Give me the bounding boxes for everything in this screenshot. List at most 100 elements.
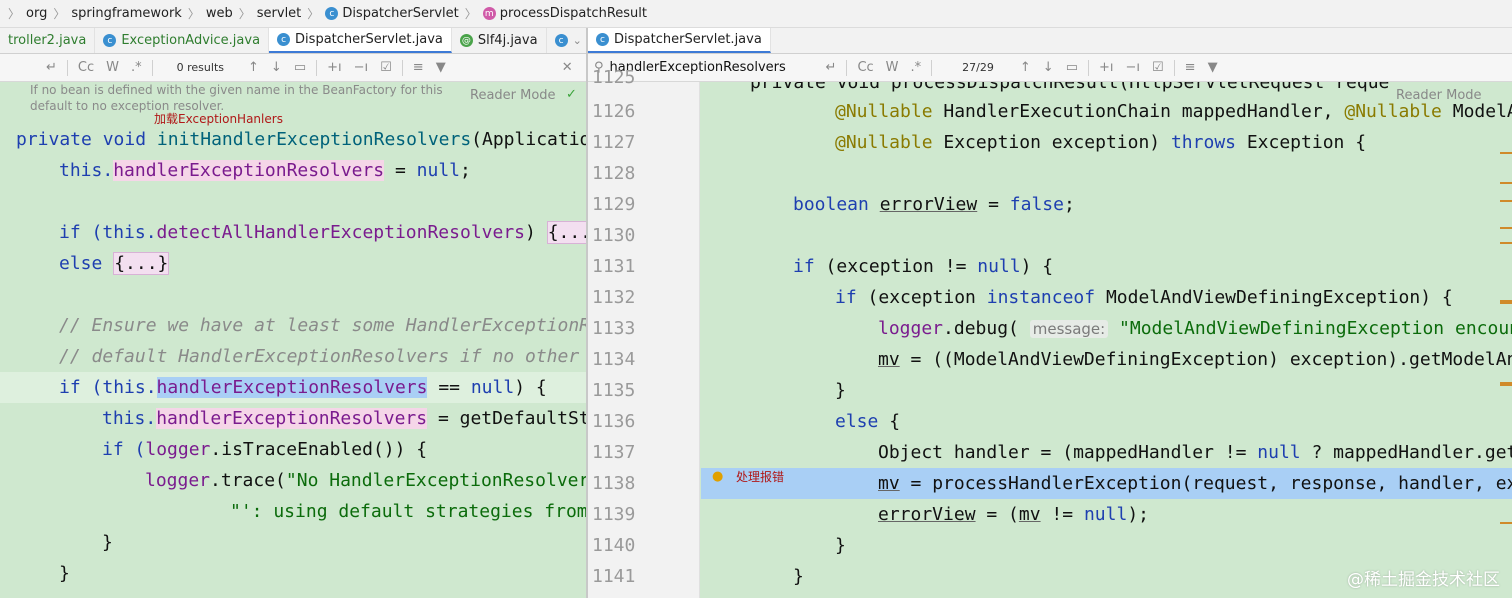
breadcrumb-item-springframework[interactable]: springframework	[71, 6, 181, 21]
match-case-toggle[interactable]: Cc	[857, 60, 873, 75]
multiline-icon[interactable]: ≡	[413, 60, 424, 75]
code-token: ModelAn	[1452, 101, 1512, 122]
breadcrumb-item-org[interactable]: org	[26, 6, 47, 21]
new-line-icon[interactable]: ↵	[826, 60, 837, 75]
code-token: detectAllHandlerExceptionResolvers	[156, 222, 526, 243]
add-selection-icon[interactable]: +ı	[327, 60, 342, 75]
search-match: handlerExceptionResolvers	[156, 408, 428, 429]
breadcrumb-item-processdispatchresult[interactable]: m processDispatchResult	[482, 6, 647, 21]
code-token: if (	[102, 439, 146, 460]
code-line: else {	[835, 406, 1512, 437]
line-number: 1140	[592, 535, 636, 556]
code-token: (exception !=	[814, 256, 978, 277]
scroll-marker[interactable]	[1500, 200, 1512, 202]
tab-label: DispatcherServlet.java	[295, 32, 443, 47]
folded-block[interactable]: {...}	[113, 252, 170, 275]
code-token: );	[1127, 504, 1149, 525]
code-token: null	[416, 160, 460, 181]
breadcrumb-item-web[interactable]: web	[206, 6, 233, 21]
divider	[846, 59, 848, 76]
code-token: (Application	[471, 129, 586, 150]
scroll-marker[interactable]	[1500, 300, 1512, 304]
chevron-right-icon: 〉	[187, 7, 200, 21]
scroll-marker[interactable]	[1500, 227, 1512, 229]
tab-label: Slf4j.java	[477, 33, 538, 48]
regex-toggle[interactable]: .*	[911, 60, 922, 75]
select-occurrences-icon[interactable]: ☑	[1152, 60, 1164, 75]
method-icon: m	[482, 7, 496, 20]
arrow-up-icon[interactable]: ↑	[1020, 60, 1031, 75]
right-editor[interactable]: Reader Mode private void processDispatch…	[701, 82, 1512, 598]
select-all-icon[interactable]: ▭	[1066, 60, 1078, 75]
arrow-up-icon[interactable]: ↑	[248, 60, 259, 75]
tab-dispatcherservlet-left[interactable]: c DispatcherServlet.java	[269, 28, 452, 53]
reader-mode-link[interactable]: Reader Mode	[470, 88, 556, 103]
class-icon: c	[325, 7, 339, 20]
scroll-marker[interactable]	[1500, 242, 1512, 244]
code-line: logger.trace("No HandlerExceptionResolve…	[145, 465, 586, 496]
match-case-toggle[interactable]: Cc	[78, 60, 94, 75]
select-occurrences-icon[interactable]: ☑	[380, 60, 392, 75]
left-editor[interactable]: If no bean is defined with the given nam…	[0, 82, 586, 598]
code-token: .isTraceEnabled()) {	[210, 439, 428, 460]
whole-word-toggle[interactable]: W	[106, 60, 119, 75]
tab-label: ExceptionAdvice.java	[121, 33, 261, 48]
tab-exceptionadvice[interactable]: c ExceptionAdvice.java	[95, 28, 270, 53]
tab-slf4j[interactable]: @ Slf4j.java	[452, 28, 547, 53]
arrow-down-icon[interactable]: ↓	[1043, 60, 1054, 75]
code-token: errorView	[878, 504, 976, 525]
code-line-current: if (this.handlerExceptionResolvers == nu…	[0, 372, 586, 403]
code-token: "No HandlerExceptionResolvers	[285, 470, 586, 491]
remove-selection-icon[interactable]: −ı	[354, 60, 369, 75]
whole-word-toggle[interactable]: W	[886, 60, 899, 75]
code-token: ==	[427, 377, 471, 398]
scroll-marker[interactable]	[1500, 152, 1512, 154]
code-line: this.handlerExceptionResolvers = getDefa…	[102, 403, 586, 434]
search-input[interactable]: handlerExceptionResolvers	[610, 60, 820, 75]
select-all-icon[interactable]: ▭	[294, 60, 306, 75]
divider	[66, 59, 68, 76]
breadcrumb-item-dispatcherservlet[interactable]: c DispatcherServlet	[325, 6, 459, 21]
folded-block[interactable]: {...}	[546, 221, 586, 244]
code-token: @Nullable	[835, 101, 933, 122]
code-token: )	[525, 222, 547, 243]
code-token: if (	[59, 222, 103, 243]
code-token: logger	[878, 318, 944, 339]
scroll-marker[interactable]	[1500, 182, 1512, 184]
filter-icon[interactable]: ▼	[1208, 60, 1218, 75]
breadcrumb-label: processDispatchResult	[499, 6, 647, 21]
code-token: =	[977, 194, 1010, 215]
scroll-marker[interactable]	[1500, 522, 1512, 524]
right-tab-bar: c DispatcherServlet.java	[588, 28, 1512, 54]
arrow-down-icon[interactable]: ↓	[271, 60, 282, 75]
add-selection-icon[interactable]: +ı	[1099, 60, 1114, 75]
scroll-marker[interactable]	[1500, 382, 1512, 386]
code-line: // default HandlerExceptionResolvers if …	[59, 346, 586, 367]
code-line: }	[59, 563, 70, 584]
doc-line: If no bean is defined with the given nam…	[30, 83, 443, 97]
filter-icon[interactable]: ▼	[436, 60, 446, 75]
close-icon[interactable]: ✕	[562, 60, 573, 75]
tab-dispatcherservlet-right[interactable]: c DispatcherServlet.java	[588, 28, 771, 53]
code-line: // Ensure we have at least some HandlerE…	[59, 315, 586, 336]
code-token: {	[878, 411, 901, 432]
regex-toggle[interactable]: .*	[131, 60, 142, 75]
line-number: 1130	[592, 225, 636, 246]
breadcrumb-label: springframework	[71, 6, 182, 21]
multiline-icon[interactable]: ≡	[1185, 60, 1196, 75]
class-icon: c	[103, 34, 117, 47]
remove-selection-icon[interactable]: −ı	[1126, 60, 1141, 75]
code-line: this.handlerExceptionResolvers = null;	[59, 155, 586, 186]
new-line-icon[interactable]: ↵	[46, 60, 57, 75]
lightbulb-icon[interactable]: ●	[712, 469, 723, 484]
code-token: .debug(	[943, 318, 1030, 339]
tab-troller2[interactable]: troller2.java	[0, 28, 96, 53]
chevron-down-icon[interactable]: ⌄	[573, 34, 582, 47]
code-line: errorView = (mv != null);	[878, 499, 1512, 530]
line-number: 1128	[592, 163, 636, 184]
breadcrumb-item-servlet[interactable]: servlet	[257, 6, 302, 21]
code-token: this.	[102, 408, 157, 429]
tab-overflow[interactable]: c ⌄	[547, 28, 591, 53]
class-icon: c	[596, 33, 609, 46]
code-token: logger	[145, 439, 211, 460]
